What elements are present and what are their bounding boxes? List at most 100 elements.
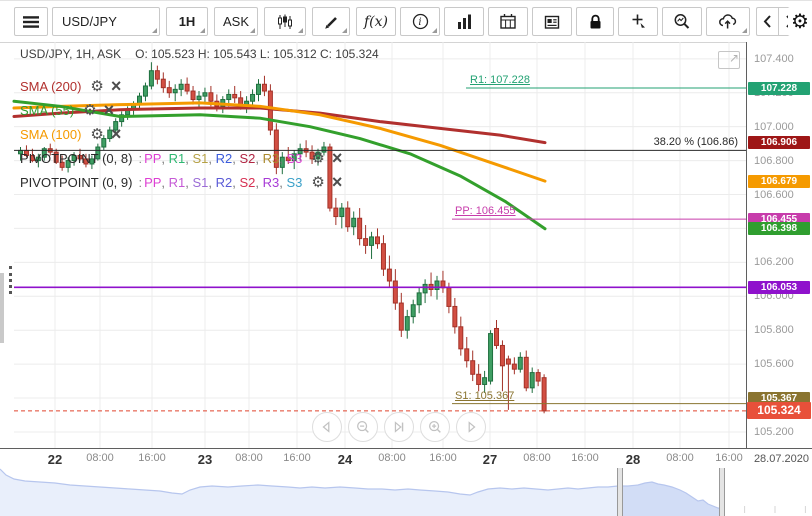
candlestick-icon <box>278 14 292 29</box>
go-to-latest-button[interactable] <box>384 412 414 442</box>
pivot-series-pp: PP <box>144 150 162 166</box>
ohlc-values: O: 105.523 H: 105.543 L: 105.312 C: 105.… <box>135 47 379 61</box>
lock-button[interactable] <box>576 7 614 36</box>
pencil-icon <box>325 16 337 29</box>
pivot-series-r2: R2 <box>215 150 233 166</box>
calendar-icon <box>500 14 516 29</box>
minimap-area <box>0 469 722 516</box>
functions-button[interactable]: f(x) <box>356 7 396 36</box>
level-label[interactable]: S1: 105.367 <box>455 390 514 402</box>
gear-icon: ⚙ <box>791 11 809 33</box>
pivot-series-s3: S3 <box>286 174 303 190</box>
settings-button[interactable]: ⚙ <box>788 7 812 36</box>
indicator-label: SMA (100) <box>20 126 82 142</box>
pivot-series-r1: R1 <box>168 174 186 190</box>
ohlc-legend: USD/JPY, 1H, ASK O: 105.523 H: 105.543 L:… <box>20 47 379 61</box>
news-button[interactable] <box>532 7 572 36</box>
comma: , <box>185 174 193 190</box>
magnifier-icon <box>674 13 690 29</box>
indicator-row: PIVOTPOINT (0, 9): PP, R1, S1, R2, S2, R3… <box>20 171 342 193</box>
indicator-settings-gear-icon[interactable]: ⚙ <box>90 77 103 95</box>
pivot-series-r1: R1 <box>168 150 186 166</box>
zoom-in-button[interactable] <box>420 412 450 442</box>
crosshair-button[interactable] <box>618 7 658 36</box>
time-tick-label: 16:00 <box>715 452 743 464</box>
price-chart[interactable]: USD/JPY, 1H, ASK O: 105.523 H: 105.543 L:… <box>0 42 746 448</box>
pivot-series-pp: PP <box>144 174 162 190</box>
level-label[interactable]: R1: 107.228 <box>470 74 530 86</box>
price-tick-label: 106.200 <box>754 256 794 269</box>
zoom-out-icon <box>357 421 369 433</box>
price-axis[interactable]: 107.400107.200107.000106.800106.600106.4… <box>746 42 812 448</box>
range-selector[interactable] <box>0 468 812 516</box>
chart-type-button[interactable] <box>264 7 306 36</box>
time-tick-label: 08:00 <box>523 452 551 464</box>
hamburger-icon <box>23 15 39 28</box>
chevron-left-icon <box>763 15 771 28</box>
indicator-remove-icon[interactable]: × <box>332 149 343 167</box>
comma: , <box>232 150 240 166</box>
indicator-settings-gear-icon[interactable]: ⚙ <box>83 101 96 119</box>
draw-tools-button[interactable] <box>312 7 350 36</box>
range-handle-left[interactable] <box>617 468 623 516</box>
volume-button[interactable] <box>444 7 484 36</box>
svg-text:i: i <box>418 17 421 28</box>
indicator-row: SMA (55) ⚙ × <box>20 99 114 121</box>
axis-end-date: 28.07.2020 <box>753 453 809 465</box>
indicator-settings-gear-icon[interactable]: ⚙ <box>311 149 324 167</box>
zoom-area-button[interactable] <box>662 7 702 36</box>
colon: : <box>138 174 143 190</box>
news-icon <box>544 15 560 29</box>
time-tick-label: 23 <box>197 452 213 467</box>
symbol-select[interactable]: USD/JPY <box>52 7 160 36</box>
zoom-out-button[interactable] <box>348 412 378 442</box>
info-icon: i <box>412 13 428 30</box>
lock-icon <box>590 14 600 29</box>
price-tick-label: 105.800 <box>754 324 794 337</box>
triangle-left-icon <box>322 421 330 433</box>
scroll-right-button[interactable] <box>456 412 486 442</box>
popout-icon[interactable]: ↗ <box>718 51 740 69</box>
pivot-series-r3: R3 <box>262 174 280 190</box>
pane-resize-grip[interactable] <box>9 266 12 294</box>
instrument-label: USD/JPY, 1H, ASK <box>20 47 122 61</box>
indicator-label: PIVOTPOINT (0, 8) <box>20 150 133 166</box>
triangle-right-icon <box>468 421 476 433</box>
menu-button[interactable] <box>14 7 48 36</box>
calendar-button[interactable] <box>488 7 528 36</box>
time-tick-label: 08:00 <box>378 452 406 464</box>
price-badge: 107.228 <box>748 81 810 95</box>
indicator-row: SMA (100) ⚙ × <box>20 123 121 145</box>
indicator-row: PIVOTPOINT (0, 8): PP, R1, S1, R2, S2, R3… <box>20 147 342 169</box>
time-axis[interactable]: 28.07.2020 22 08:00 16:00 23 08:00 16:00 24 08:… <box>0 448 812 468</box>
chart-area: USD/JPY, 1H, ASK O: 105.523 H: 105.543 L:… <box>0 42 812 448</box>
indicator-remove-icon[interactable]: × <box>111 77 122 95</box>
time-tick-label: 22 <box>47 452 63 467</box>
crosshair-icon <box>632 14 645 28</box>
pivot-series-r3: R3 <box>262 150 280 166</box>
price-type-select[interactable]: ASK <box>214 7 258 36</box>
indicator-settings-gear-icon[interactable]: ⚙ <box>311 173 324 191</box>
save-cloud-button[interactable] <box>706 7 750 36</box>
info-button[interactable]: i <box>400 7 440 36</box>
time-tick-label: 16:00 <box>138 452 166 464</box>
indicator-label: SMA (200) <box>20 78 82 94</box>
range-handle-right[interactable] <box>719 468 725 516</box>
level-label[interactable]: 38.20 % (106.86) <box>654 136 738 148</box>
level-label[interactable]: PP: 106.455 <box>455 205 516 217</box>
back-button[interactable] <box>756 7 778 36</box>
price-tick-label: 105.600 <box>754 358 794 371</box>
indicator-settings-gear-icon[interactable]: ⚙ <box>90 125 103 143</box>
scroll-left-button[interactable] <box>312 412 342 442</box>
pivot-series-s3: S3 <box>286 150 303 166</box>
scrollbar-thumb[interactable] <box>0 273 4 343</box>
price-type-label: ASK <box>222 14 249 29</box>
indicator-row: SMA (200) ⚙ × <box>20 75 121 97</box>
indicator-remove-icon[interactable]: × <box>332 173 343 191</box>
price-tick-label: 107.000 <box>754 120 794 133</box>
indicator-remove-icon[interactable]: × <box>104 101 115 119</box>
indicator-remove-icon[interactable]: × <box>111 125 122 143</box>
timeframe-select[interactable]: 1H <box>166 7 208 36</box>
comma: , <box>208 150 216 166</box>
time-tick-label: 08:00 <box>666 452 694 464</box>
